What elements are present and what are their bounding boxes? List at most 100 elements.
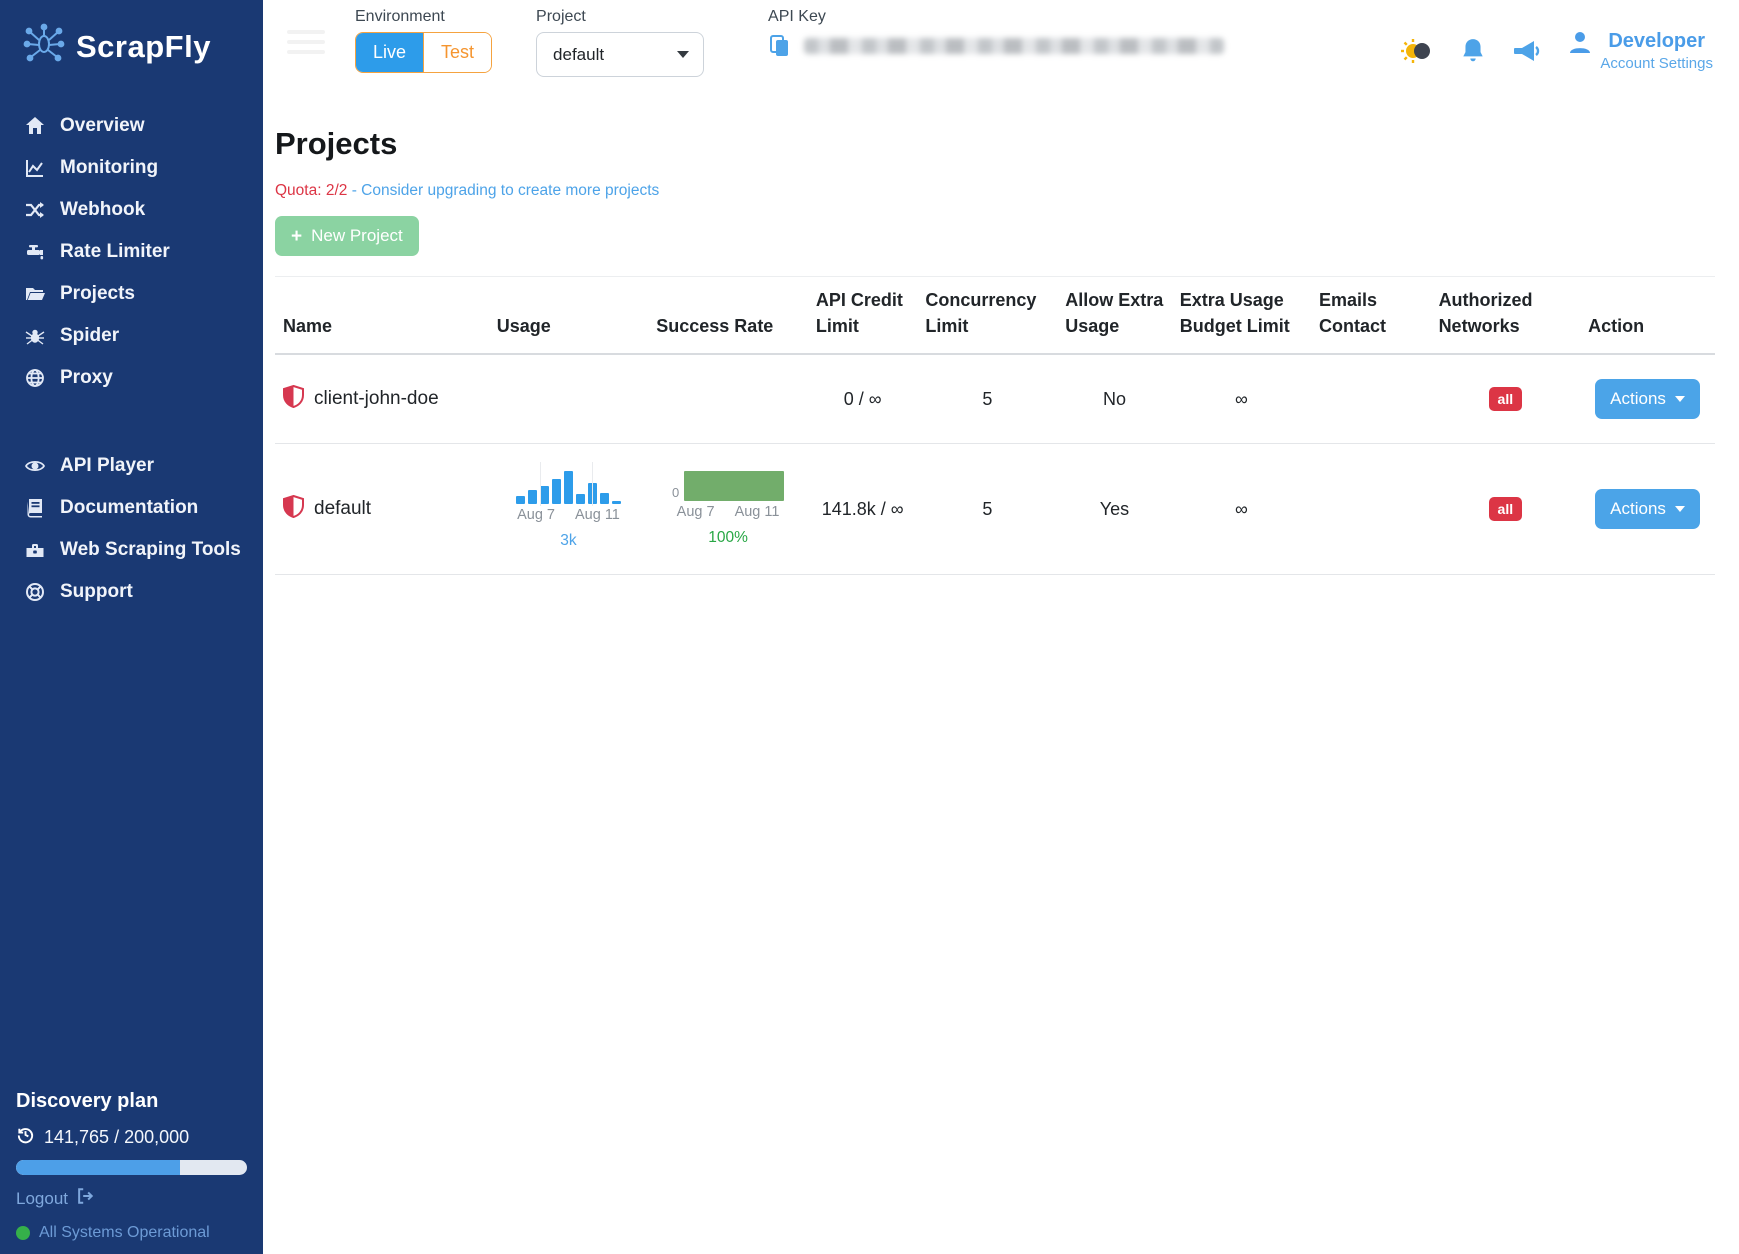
eye-icon [24,455,46,477]
sidebar-item-proxy[interactable]: Proxy [0,357,263,399]
sidebar-item-label: API Player [60,455,154,477]
project-selected-value: default [553,45,604,65]
new-project-button[interactable]: + New Project [275,216,419,256]
plus-icon: + [291,227,302,246]
success-rate-sparkline[interactable]: 0 Aug 7 Aug 11 100% [656,471,800,547]
plan-progress-fill [16,1160,180,1175]
sidebar-item-label: Web Scraping Tools [60,539,241,561]
plan-name: Discovery plan [16,1090,247,1113]
col-header-success-rate: Success Rate [648,277,808,355]
sidebar-item-label: Rate Limiter [60,241,170,263]
logout-icon [76,1187,94,1210]
sidebar-item-label: Monitoring [60,157,158,179]
usage-sparkline[interactable]: Aug 7 Aug 11 3k [497,468,641,550]
sidebar-item-spider[interactable]: Spider [0,315,263,357]
environment-live-button[interactable]: Live [356,33,423,72]
topbar-right: Developer Account Settings [1400,6,1713,72]
api-credit-limit-cell: 0 / ∞ [808,354,918,444]
upgrade-link[interactable]: - Consider upgrading to create more proj… [352,182,660,199]
chart-icon [24,157,46,179]
col-header-allow-extra-usage: Allow Extra Usage [1057,277,1171,355]
usage-tick-aug7: Aug 7 [517,507,555,523]
api-key-redacted[interactable] [804,38,1224,54]
project-select[interactable]: default [536,32,704,77]
success-rate-cell-empty [648,354,808,444]
usage-max-label: 3k [560,532,576,550]
sidebar-nav-secondary: API Player Documentation Web Scraping To… [0,445,263,613]
success-tick-aug11: Aug 11 [735,504,780,520]
chevron-down-icon [677,51,689,58]
col-header-concurrency-limit: Concurrency Limit [917,277,1057,355]
bell-icon[interactable] [1460,37,1486,65]
status-text: All Systems Operational [39,1224,210,1242]
shuffle-icon [24,199,46,221]
shield-icon [283,495,304,524]
user-name: Developer [1608,30,1705,52]
logout-label: Logout [16,1189,68,1209]
success-rate-value-label: 100% [708,529,748,547]
theme-toggle-icon[interactable] [1400,37,1434,65]
page-title: Projects [275,126,1715,162]
projects-table: Name Usage Success Rate API Credit Limit… [275,276,1715,575]
book-icon [24,497,46,519]
sidebar-nav-primary: Overview Monitoring Webhook Rate Limiter [0,105,263,399]
app-root: ScrapFly Overview Monitoring Webhook [0,0,1739,1254]
shield-icon [283,385,304,414]
authorized-networks-badge[interactable]: all [1489,497,1523,521]
system-status[interactable]: All Systems Operational [16,1224,247,1242]
megaphone-icon[interactable] [1512,37,1542,65]
sidebar-item-label: Documentation [60,497,198,519]
sidebar-item-support[interactable]: Support [0,571,263,613]
col-header-emails-contact: Emails Contact [1311,277,1431,355]
main: Projects Quota: 2/2 - Consider upgrading… [263,100,1739,575]
sidebar-item-rate-limiter[interactable]: Rate Limiter [0,231,263,273]
account-settings-link[interactable]: Account Settings [1600,55,1713,72]
toolbox-icon [24,539,46,561]
actions-button[interactable]: Actions [1595,379,1700,419]
logout-button[interactable]: Logout [16,1187,247,1210]
table-header-row: Name Usage Success Rate API Credit Limit… [275,277,1715,355]
allow-extra-usage-cell: No [1057,354,1171,444]
extra-usage-budget-limit-cell: ∞ [1172,354,1311,444]
sidebar-item-projects[interactable]: Projects [0,273,263,315]
chevron-down-icon [1675,506,1685,512]
plan-panel: Discovery plan 141,765 / 200,000 Logout … [0,1090,263,1254]
emails-contact-cell [1311,354,1431,444]
home-icon [24,115,46,137]
faucet-icon [24,241,46,263]
usage-bar-chart [516,468,621,504]
success-area-chart [684,471,784,501]
sidebar-item-webhook[interactable]: Webhook [0,189,263,231]
logo-text: ScrapFly [76,29,211,65]
chevron-down-icon [1675,396,1685,402]
success-tick-aug7: Aug 7 [677,504,715,520]
environment-test-button[interactable]: Test [423,33,491,72]
sidebar-item-monitoring[interactable]: Monitoring [0,147,263,189]
sidebar-item-documentation[interactable]: Documentation [0,487,263,529]
usage-tick-aug11: Aug 11 [575,507,620,523]
concurrency-limit-cell: 5 [917,444,1057,575]
actions-button[interactable]: Actions [1595,489,1700,529]
quota-line: Quota: 2/2 - Consider upgrading to creat… [275,182,1715,200]
account-menu[interactable]: Developer Account Settings [1568,30,1713,72]
new-project-label: New Project [311,226,403,246]
sidebar-item-web-scraping-tools[interactable]: Web Scraping Tools [0,529,263,571]
project-name: client-john-doe [314,388,439,410]
col-header-name: Name [275,277,489,355]
sidebar-item-label: Overview [60,115,145,137]
environment-toggle: Live Test [355,32,492,73]
environment-block: Environment Live Test [355,6,492,73]
plan-usage-text: 141,765 / 200,000 [44,1127,189,1148]
menu-icon[interactable] [287,30,325,54]
sidebar-item-api-player[interactable]: API Player [0,445,263,487]
history-icon [16,1125,35,1149]
col-header-action: Action [1580,277,1715,355]
topbar: Environment Live Test Project default AP… [263,0,1739,100]
life-ring-icon [24,581,46,603]
api-credit-limit-cell: 141.8k / ∞ [808,444,918,575]
sidebar-item-overview[interactable]: Overview [0,105,263,147]
logo[interactable]: ScrapFly [0,0,263,105]
copy-icon[interactable] [768,34,792,58]
authorized-networks-badge[interactable]: all [1489,387,1523,411]
scrapfly-spider-logo-icon [22,22,66,71]
